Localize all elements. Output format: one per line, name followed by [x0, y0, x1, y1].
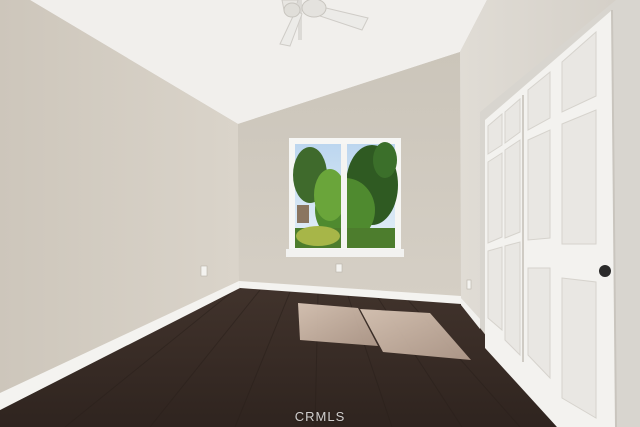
watermark-text: CRMLS — [294, 409, 346, 424]
window — [286, 138, 404, 257]
power-outlet-icon — [335, 263, 343, 273]
power-outlet-icon — [466, 279, 472, 290]
power-outlet-icon — [200, 265, 208, 277]
door-knob-icon — [599, 265, 611, 277]
room-photo: CRMLS — [0, 0, 640, 427]
